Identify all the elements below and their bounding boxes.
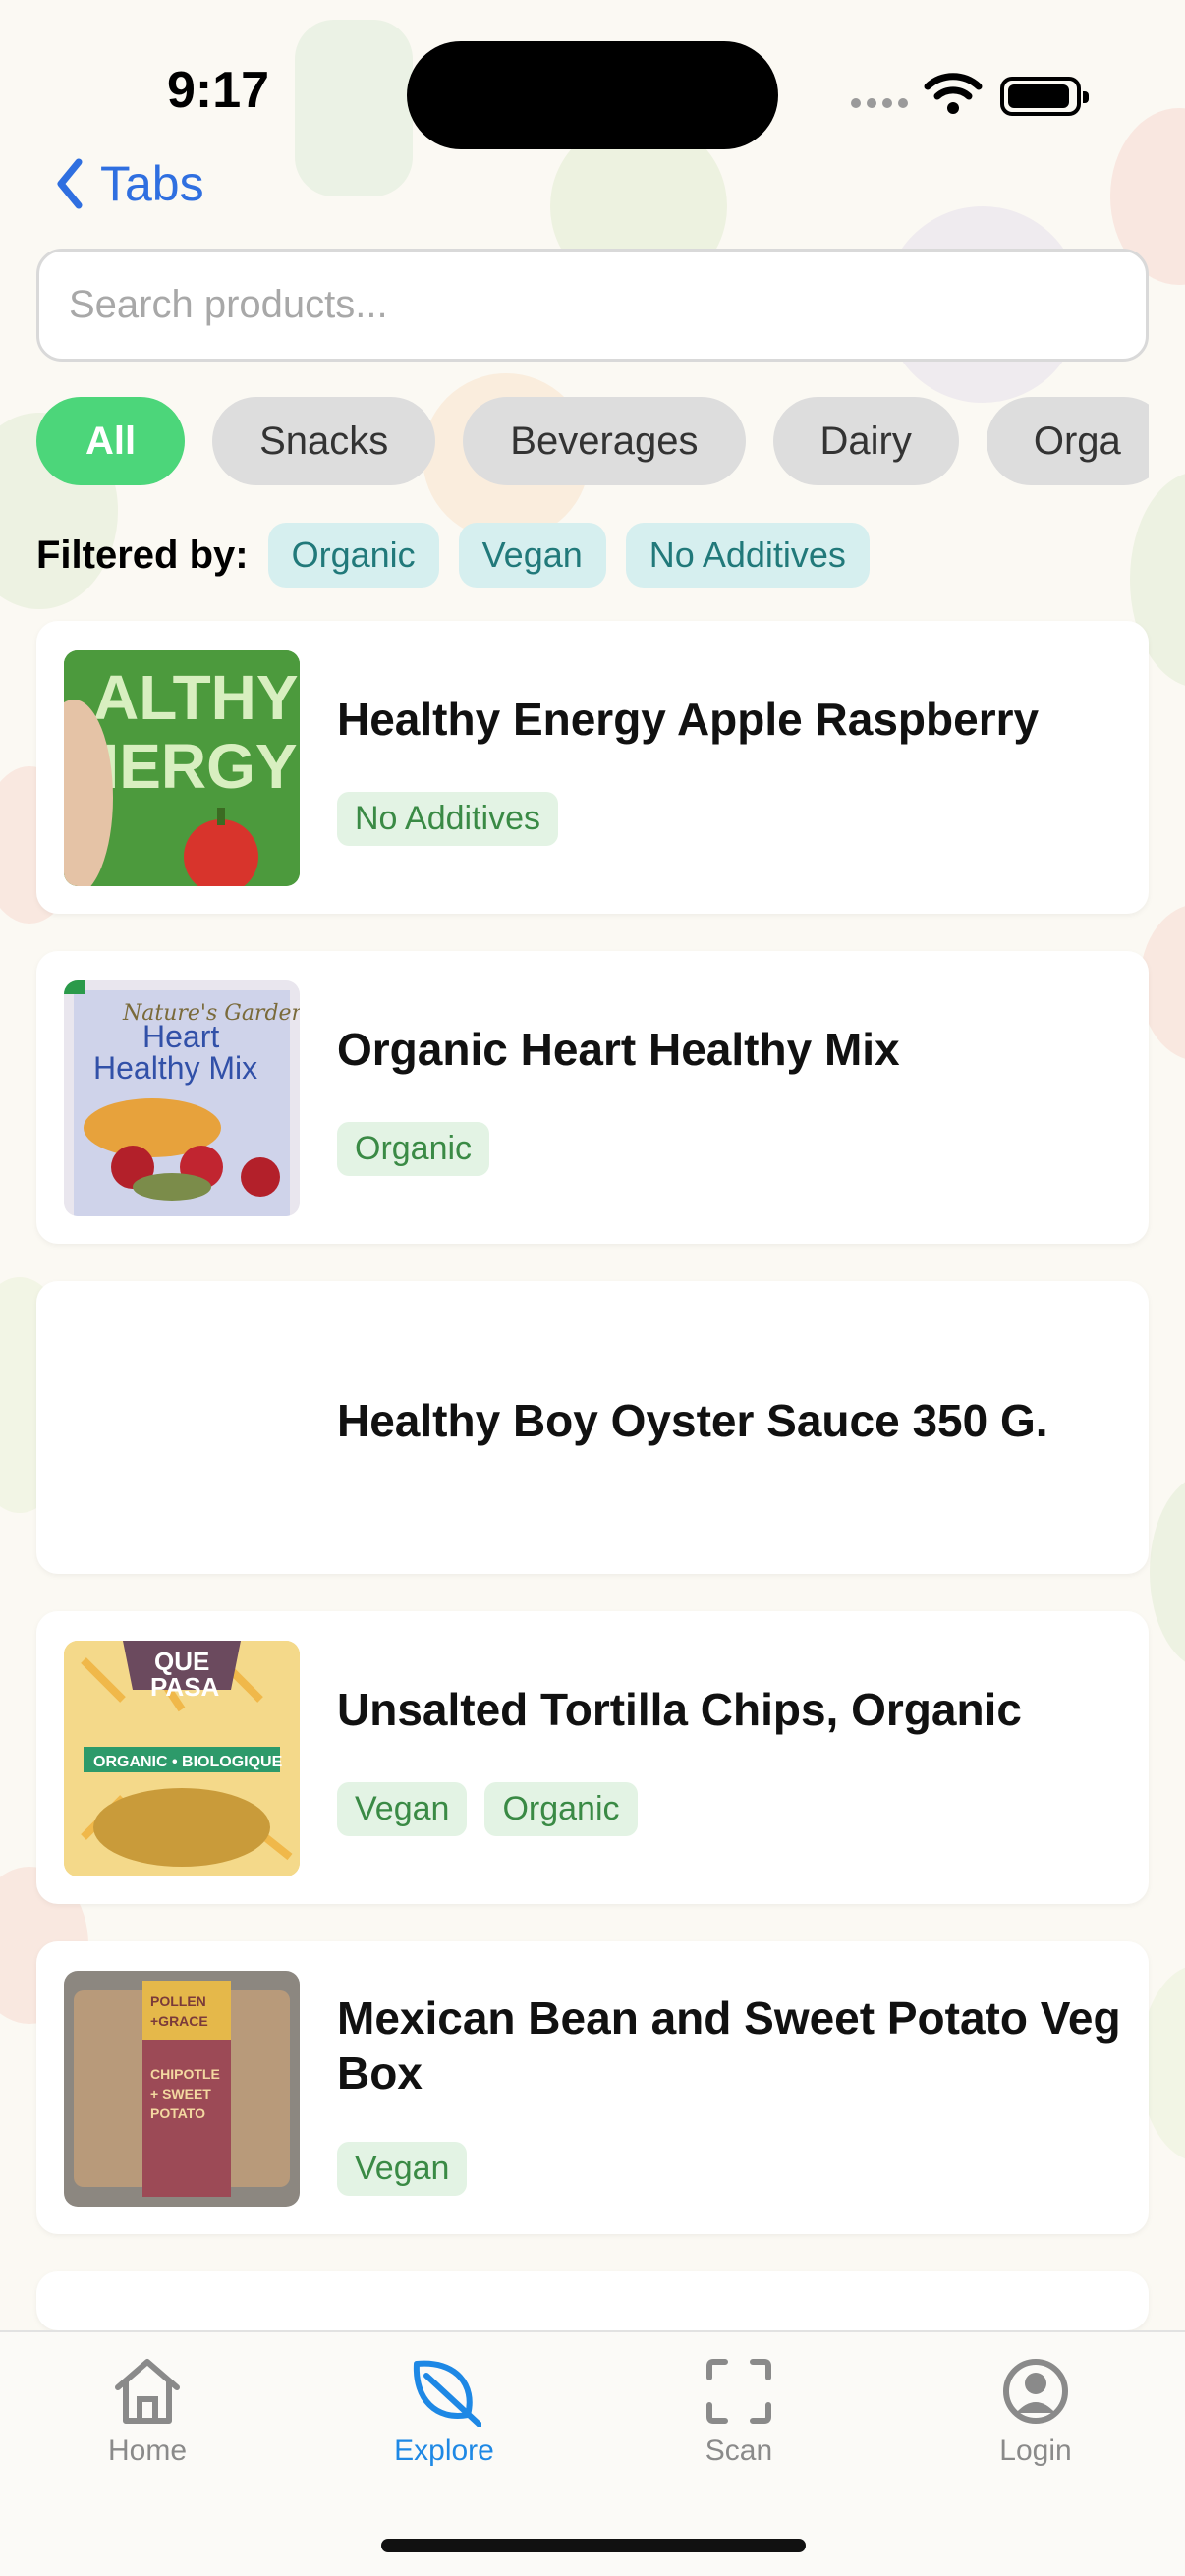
dynamic-island [407, 41, 778, 149]
product-card[interactable]: ALTHY NERGY Healthy Energy Apple Raspber… [36, 621, 1149, 914]
tab-home[interactable]: Home [49, 2356, 246, 2468]
filtered-by-label: Filtered by: [36, 532, 249, 577]
person-icon [1003, 2359, 1068, 2424]
scan-icon [706, 2359, 771, 2424]
product-tags: No Additives [337, 792, 558, 846]
svg-text:PASA: PASA [150, 1672, 220, 1702]
product-tag: Vegan [337, 1782, 468, 1836]
active-filters: Filtered by: Organic Vegan No Additives [36, 523, 870, 588]
svg-text:Heart: Heart [142, 1019, 219, 1054]
status-bar: 9:17 [0, 0, 1185, 149]
product-name: Unsalted Tortilla Chips, Organic [337, 1684, 1022, 1735]
back-label: Tabs [100, 156, 204, 211]
svg-text:Healthy Mix: Healthy Mix [93, 1050, 257, 1086]
home-indicator [381, 2539, 806, 2552]
category-chip-snacks[interactable]: Snacks [212, 397, 436, 485]
search-field[interactable] [36, 249, 1149, 362]
svg-text:ORGANIC • BIOLOGIQUE: ORGANIC • BIOLOGIQUE [93, 1754, 283, 1770]
tab-scan-label: Scan [705, 2435, 773, 2467]
product-image: POLLEN +GRACE CHIPOTLE + SWEET POTATO [64, 1971, 300, 2207]
chevron-left-icon [57, 158, 83, 209]
product-card[interactable]: QUE PASA ORGANIC • BIOLOGIQUE Unsalted T… [36, 1611, 1149, 1904]
category-chip-all[interactable]: All [36, 397, 186, 485]
product-name: Healthy Energy Apple Raspberry [337, 694, 1040, 745]
category-chip-beverages[interactable]: Beverages [463, 397, 746, 485]
category-chip-organic[interactable]: Orga [986, 397, 1149, 485]
svg-text:CHIPOTLE: CHIPOTLE [150, 2066, 220, 2082]
svg-text:+ SWEET: + SWEET [150, 2086, 211, 2101]
product-tag: No Additives [337, 792, 558, 846]
product-tag: Organic [337, 1122, 490, 1176]
filter-tag-no-additives[interactable]: No Additives [625, 523, 870, 588]
filter-tag-vegan[interactable]: Vegan [458, 523, 606, 588]
category-chips: All Snacks Beverages Dairy Orga [36, 397, 1149, 487]
svg-text:ALTHY: ALTHY [93, 662, 299, 733]
product-tags: Vegan Organic [337, 1782, 638, 1836]
svg-text:POLLEN: POLLEN [150, 1993, 206, 2009]
tab-home-label: Home [107, 2435, 188, 2467]
leaf-icon [413, 2360, 481, 2427]
product-image: QUE PASA ORGANIC • BIOLOGIQUE [64, 1641, 300, 1876]
wifi-icon [924, 71, 983, 121]
product-card[interactable]: POLLEN +GRACE CHIPOTLE + SWEET POTATO Me… [36, 1941, 1149, 2234]
tab-scan[interactable]: Scan [641, 2356, 837, 2468]
tab-explore[interactable]: Explore [346, 2356, 542, 2468]
house-icon [115, 2359, 180, 2424]
product-name: Healthy Boy Oyster Sauce 350 G. [337, 1395, 1048, 1446]
svg-text:POTATO: POTATO [150, 2105, 205, 2121]
cellular-signal-icon [851, 98, 908, 108]
back-button[interactable]: Tabs [55, 155, 204, 212]
product-tag: Organic [484, 1782, 638, 1836]
product-tags: Organic [337, 1122, 490, 1176]
product-card[interactable]: Healthy Boy Oyster Sauce 350 G. [36, 1281, 1149, 1574]
product-tags: Vegan [337, 2142, 468, 2196]
product-tag: Vegan [337, 2142, 468, 2196]
filter-tag-organic[interactable]: Organic [267, 523, 439, 588]
svg-text:+GRACE: +GRACE [150, 2013, 208, 2029]
product-card[interactable]: Nature's Garden Heart Healthy Mix Organi… [36, 951, 1149, 1244]
product-name: Mexican Bean and Sweet Potato Veg Box [337, 1992, 1121, 2099]
tab-explore-label: Explore [394, 2435, 494, 2467]
tab-login-label: Login [999, 2435, 1072, 2467]
status-time: 9:17 [167, 62, 270, 119]
battery-icon [1000, 77, 1089, 116]
product-card[interactable] [36, 2271, 1149, 2330]
product-image: ALTHY NERGY [64, 650, 300, 886]
product-image: Nature's Garden Heart Healthy Mix [64, 980, 300, 1216]
search-input[interactable] [69, 283, 1146, 327]
product-name: Organic Heart Healthy Mix [337, 1024, 900, 1075]
tab-login[interactable]: Login [937, 2356, 1134, 2468]
category-chip-dairy[interactable]: Dairy [772, 397, 959, 485]
